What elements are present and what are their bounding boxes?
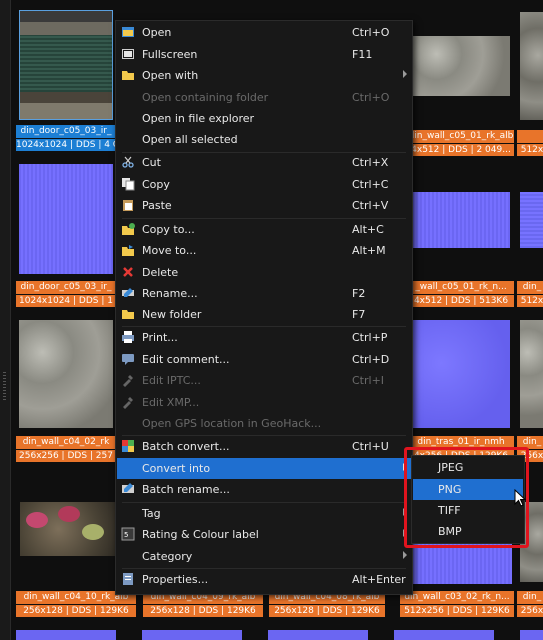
batch-rename-icon [122, 483, 134, 493]
thumbnail-cell[interactable]: din_door_c05_03_ir_ 1024x1024 | DDS | 4 … [16, 6, 116, 154]
menu-item-open-gps-location[interactable]: Open GPS location in GeoHack... [117, 413, 411, 434]
menu-item-open-with[interactable]: Open with [117, 65, 411, 86]
thumbnail-cell[interactable]: din_wall_c04_02_rk 256x256 | DDS | 257 [16, 314, 116, 464]
paste-icon [123, 200, 133, 211]
thumbnail-info: 512x [517, 144, 543, 156]
thumbnail-image [520, 192, 543, 248]
mouse-cursor-icon [514, 489, 527, 507]
menu-item-edit-comment[interactable]: Edit comment... Ctrl+D [117, 349, 411, 370]
thumbnail-image [19, 164, 113, 274]
rename-icon [122, 288, 134, 297]
menu-item-edit-iptc[interactable]: Edit IPTC... Ctrl+I [117, 370, 411, 391]
thumbnail-cell[interactable]: din_door_c05_03_ir_ 1024x1024 | DDS | 1 [16, 160, 116, 310]
thumbnail-name: din_wall_c05_01_rk_alb [408, 130, 514, 143]
menu-item-category[interactable]: Category [117, 546, 411, 567]
thumbnail-image [19, 10, 113, 120]
thumbnail-info: 256x256 | DDS | 257 [16, 450, 116, 462]
thumbnail-cell[interactable]: _wall_c05_01_rk_n... 4x512 | DDS | 513K6 [408, 160, 514, 310]
next-row-thumbnails [16, 630, 543, 640]
thumbnail-cell[interactable]: din_wall_c05_01_rk_alb 4x512 | DDS | 2 0… [408, 6, 514, 156]
menu-item-rename[interactable]: Rename... F2 [117, 283, 411, 304]
thumbnail-image [19, 320, 113, 428]
print-icon [122, 331, 134, 343]
thumbnail-name: din_door_c05_03_ir_ [16, 125, 116, 138]
thumbnail-info: 256x [517, 605, 543, 617]
thumbnail-image [412, 320, 510, 428]
thumbnail-info: 4x512 | DDS | 2 049... [408, 144, 514, 156]
xmp-icon [123, 397, 133, 409]
thumbnail-name: din_ [517, 281, 543, 294]
thumbnail-info: 512x256 | DDS | 129K6 [400, 605, 514, 617]
menu-item-fullscreen[interactable]: Fullscreen F11 [117, 44, 411, 65]
thumbnail-image [412, 192, 510, 248]
thumbnail-info: 256x128 | DDS | 129K6 [269, 605, 385, 617]
thumbnail-image [520, 320, 543, 428]
move-to-icon [122, 245, 134, 256]
new-folder-icon [122, 310, 134, 319]
menu-item-open-containing-folder[interactable]: Open containing folder Ctrl+O [117, 87, 411, 108]
rating-icon: 5 [121, 527, 135, 541]
menu-item-new-folder[interactable]: New folder F7 [117, 304, 411, 325]
menu-item-rating-colour-label[interactable]: 5 Rating & Colour label [117, 524, 411, 545]
menu-item-paste[interactable]: Paste Ctrl+V [117, 195, 411, 216]
thumbnail-image [412, 36, 510, 96]
thumbnail-info: 4x512 | DDS | 513K6 [408, 295, 514, 307]
menu-item-move-to[interactable]: Move to... Alt+M [117, 240, 411, 261]
thumbnail-cell[interactable]: din_ 256x [517, 314, 543, 464]
menu-item-properties[interactable]: Properties... Alt+Enter [117, 569, 411, 590]
thumbnail-image [520, 12, 543, 120]
thumbnail-info: 256x128 | DDS | 129K6 [143, 605, 263, 617]
submenu-arrow-icon [403, 551, 407, 559]
thumbnail-info: 1024x1024 | DDS | 1 [16, 295, 116, 307]
folder-icon [122, 71, 134, 80]
menu-item-batch-rename[interactable]: Batch rename... [117, 479, 411, 500]
copy-icon [122, 178, 135, 191]
properties-icon [123, 573, 133, 585]
menu-item-open-all-selected[interactable]: Open all selected [117, 129, 411, 150]
delete-icon [123, 267, 133, 277]
submenu-arrow-icon [403, 70, 407, 78]
thumbnail-info: 256x128 | DDS | 129K6 [16, 605, 136, 617]
comment-icon [122, 354, 134, 365]
menu-item-delete[interactable]: Delete [117, 262, 411, 283]
thumbnail-info: 1024x1024 | DDS | 4 C [16, 139, 116, 151]
menu-item-copy[interactable]: Copy Ctrl+C [117, 174, 411, 195]
context-menu: Open Ctrl+O Fullscreen F11 Open with Ope… [115, 20, 413, 595]
menu-item-edit-xmp[interactable]: Edit XMP... [117, 392, 411, 413]
splitter-grip[interactable] [3, 372, 6, 402]
thumbnail-name: din_ [517, 591, 543, 604]
iptc-icon [123, 375, 133, 387]
thumbnail-name: din_wall_c03_02_rk_n... [400, 591, 514, 604]
thumbnail-info: 512x [517, 295, 543, 307]
menu-item-convert-into[interactable]: Convert into [117, 458, 411, 479]
thumbnail-name: din_wall_c04_02_rk [16, 436, 116, 449]
menu-item-batch-convert[interactable]: Batch convert... Ctrl+U [117, 436, 411, 457]
menu-item-cut[interactable]: Cut Ctrl+X [117, 152, 411, 173]
thumbnail-cell[interactable]: din_tras_01_ir_nmh 4x256 | DDS | 129K6 [408, 314, 514, 464]
thumbnail-cell[interactable]: din_ 512x [517, 160, 543, 310]
menu-item-tag[interactable]: Tag [117, 503, 411, 524]
menu-item-copy-to[interactable]: Copy to... Alt+C [117, 219, 411, 240]
scissors-icon [122, 156, 134, 168]
thumbnail-name: din_door_c05_03_ir_ [16, 281, 116, 294]
svg-text:5: 5 [124, 531, 128, 539]
menu-item-open[interactable]: Open Ctrl+O [117, 22, 411, 43]
batch-convert-icon [122, 440, 134, 452]
thumbnail-cell[interactable]: 512x [517, 6, 543, 156]
left-panel-edge[interactable] [0, 0, 11, 640]
thumbnail-name: _wall_c05_01_rk_n... [408, 281, 514, 294]
open-icon [122, 27, 134, 37]
menu-item-open-in-file-explorer[interactable]: Open in file explorer [117, 108, 411, 129]
menu-item-print[interactable]: Print... Ctrl+P [117, 327, 411, 348]
thumbnail-name [517, 130, 543, 143]
copy-to-icon [122, 223, 135, 235]
thumbnail-image [20, 502, 116, 556]
highlight-annotation-box [404, 447, 529, 548]
fullscreen-icon [122, 49, 134, 59]
